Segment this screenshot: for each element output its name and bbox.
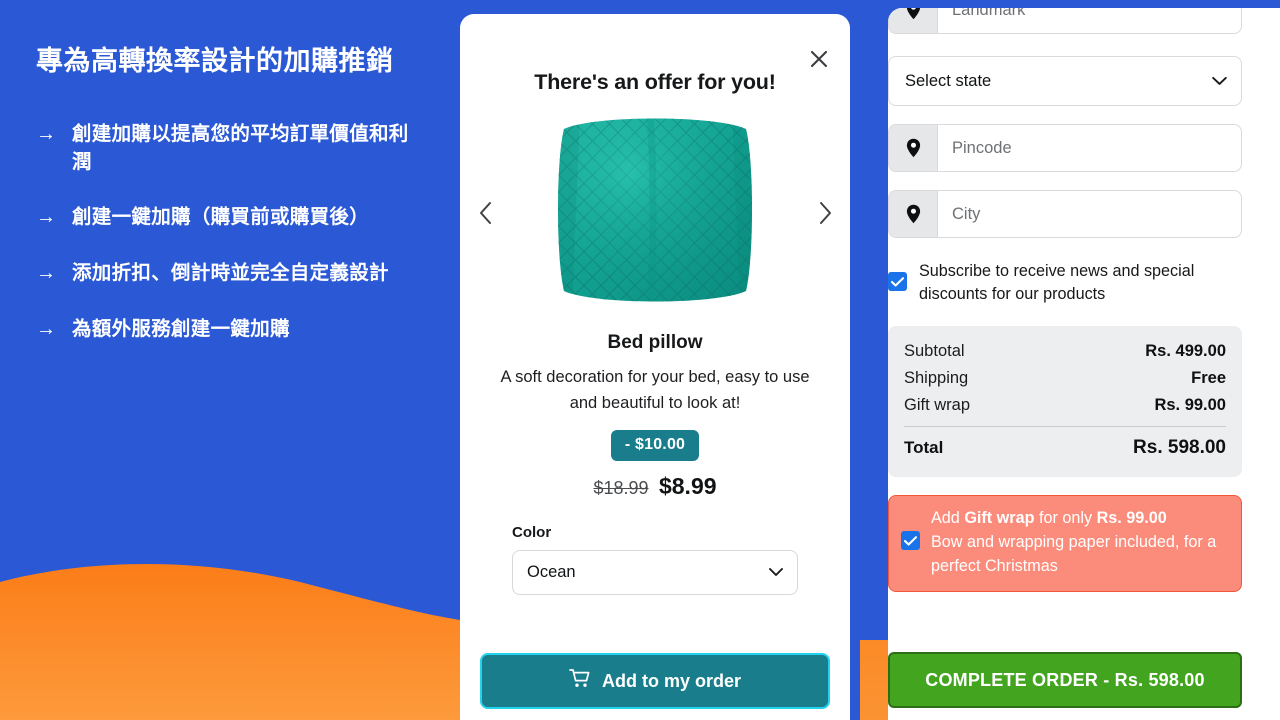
map-pin-icon	[889, 8, 938, 33]
subscribe-row: Subscribe to receive news and special di…	[888, 260, 1240, 306]
arrow-right-icon: →	[36, 318, 56, 341]
promo-feature-text: 創建一鍵加購（購買前或購買後）	[72, 206, 370, 229]
giftwrap-price: Rs. 99.00	[1096, 509, 1167, 527]
decorative-orange-strip	[860, 640, 888, 720]
offer-modal: There's an offer for you! Bed pillow A s…	[460, 14, 850, 720]
summary-value: Free	[1191, 369, 1226, 387]
promo-feature-list: → 創建加購以提高您的平均訂單價值和利潤 → 創建一鍵加購（購買前或購買後） →…	[36, 120, 426, 345]
summary-total-row: Total Rs. 598.00	[904, 433, 1226, 463]
summary-row: Subtotal Rs. 499.00	[904, 338, 1226, 365]
landmark-field[interactable]: Landmark	[888, 8, 1242, 34]
city-field[interactable]: City	[888, 190, 1242, 238]
color-label: Color	[512, 523, 552, 541]
giftwrap-name: Gift wrap	[964, 509, 1035, 527]
state-select[interactable]: Select state	[888, 56, 1242, 106]
giftwrap-upsell: Add Gift wrap for only Rs. 99.00 Bow and…	[888, 495, 1242, 593]
giftwrap-headline: Add Gift wrap for only Rs. 99.00	[931, 507, 1227, 530]
summary-value: Rs. 99.00	[1154, 396, 1226, 414]
promo-feature-text: 為額外服務創建一鍵加購	[72, 318, 290, 341]
color-select-value: Ocean	[527, 562, 576, 581]
product-title: Bed pillow	[607, 332, 703, 353]
chevron-down-icon	[1212, 76, 1227, 86]
promo-title: 專為高轉換率設計的加購推銷	[36, 46, 394, 76]
map-pin-icon	[889, 191, 938, 237]
product-image	[550, 107, 760, 312]
summary-row: Shipping Free	[904, 365, 1226, 392]
arrow-right-icon: →	[36, 122, 56, 145]
summary-total-value: Rs. 598.00	[1133, 437, 1226, 458]
add-to-order-label: Add to my order	[601, 670, 741, 691]
giftwrap-mid: for only	[1034, 509, 1097, 527]
giftwrap-checkbox[interactable]	[901, 531, 920, 550]
summary-label: Subtotal	[904, 342, 965, 360]
discount-row: - $10.00	[460, 429, 850, 461]
checkout-panel: Landmark Select state Pincode City Subsc…	[888, 8, 1280, 720]
summary-divider	[904, 426, 1226, 427]
summary-label: Shipping	[904, 369, 969, 387]
price-row: $18.99 $8.99	[460, 472, 850, 499]
giftwrap-subtext: Bow and wrapping paper included, for a p…	[931, 533, 1217, 575]
arrow-right-icon: →	[36, 206, 56, 229]
summary-row: Gift wrap Rs. 99.00	[904, 392, 1226, 419]
complete-order-label: COMPLETE ORDER - Rs. 598.00	[925, 669, 1205, 690]
offer-heading: There's an offer for you!	[534, 70, 776, 94]
product-description: A soft decoration for your bed, easy to …	[500, 368, 810, 413]
promo-feature-item: → 創建一鍵加購（購買前或購買後）	[36, 203, 426, 232]
shopping-cart-icon	[569, 668, 591, 694]
price-original: $18.99	[593, 477, 649, 498]
discount-badge: - $10.00	[610, 429, 700, 461]
product-carousel	[460, 107, 850, 319]
chevron-left-icon[interactable]	[470, 196, 500, 230]
promo-feature-item: → 創建加購以提高您的平均訂單價值和利潤	[36, 120, 426, 177]
chevron-down-icon	[769, 568, 783, 577]
summary-value: Rs. 499.00	[1145, 342, 1226, 360]
complete-order-button[interactable]: COMPLETE ORDER - Rs. 598.00	[888, 652, 1242, 708]
pincode-placeholder: Pincode	[952, 138, 1012, 157]
screen: 專為高轉換率設計的加購推銷 → 創建加購以提高您的平均訂單價值和利潤 → 創建一…	[0, 0, 1280, 720]
promo-feature-text: 添加折扣、倒計時並完全自定義設計	[72, 262, 389, 285]
promo-feature-text: 創建加購以提高您的平均訂單價值和利潤	[72, 122, 409, 173]
subscribe-checkbox[interactable]	[888, 272, 907, 291]
arrow-right-icon: →	[36, 262, 56, 285]
pincode-field[interactable]: Pincode	[888, 124, 1242, 172]
promo-panel: 專為高轉換率設計的加購推銷 → 創建加購以提高您的平均訂單價值和利潤 → 創建一…	[0, 0, 460, 720]
giftwrap-pre: Add	[931, 509, 965, 527]
state-select-value: Select state	[905, 71, 992, 90]
city-placeholder: City	[952, 204, 981, 223]
color-select[interactable]: Ocean	[512, 549, 798, 595]
promo-feature-item: → 添加折扣、倒計時並完全自定義設計	[36, 259, 426, 288]
map-pin-icon	[889, 125, 938, 171]
price-discounted: $8.99	[658, 472, 717, 499]
promo-feature-item: → 為額外服務創建一鍵加購	[36, 315, 426, 344]
summary-total-label: Total	[904, 438, 944, 457]
add-to-order-button[interactable]: Add to my order	[480, 653, 830, 709]
giftwrap-text: Add Gift wrap for only Rs. 99.00 Bow and…	[931, 507, 1227, 578]
chevron-right-icon[interactable]	[810, 196, 840, 230]
order-summary: Subtotal Rs. 499.00 Shipping Free Gift w…	[888, 326, 1242, 477]
subscribe-label: Subscribe to receive news and special di…	[919, 262, 1195, 303]
close-icon[interactable]	[806, 46, 832, 72]
landmark-placeholder: Landmark	[952, 8, 1026, 19]
summary-label: Gift wrap	[904, 396, 971, 414]
